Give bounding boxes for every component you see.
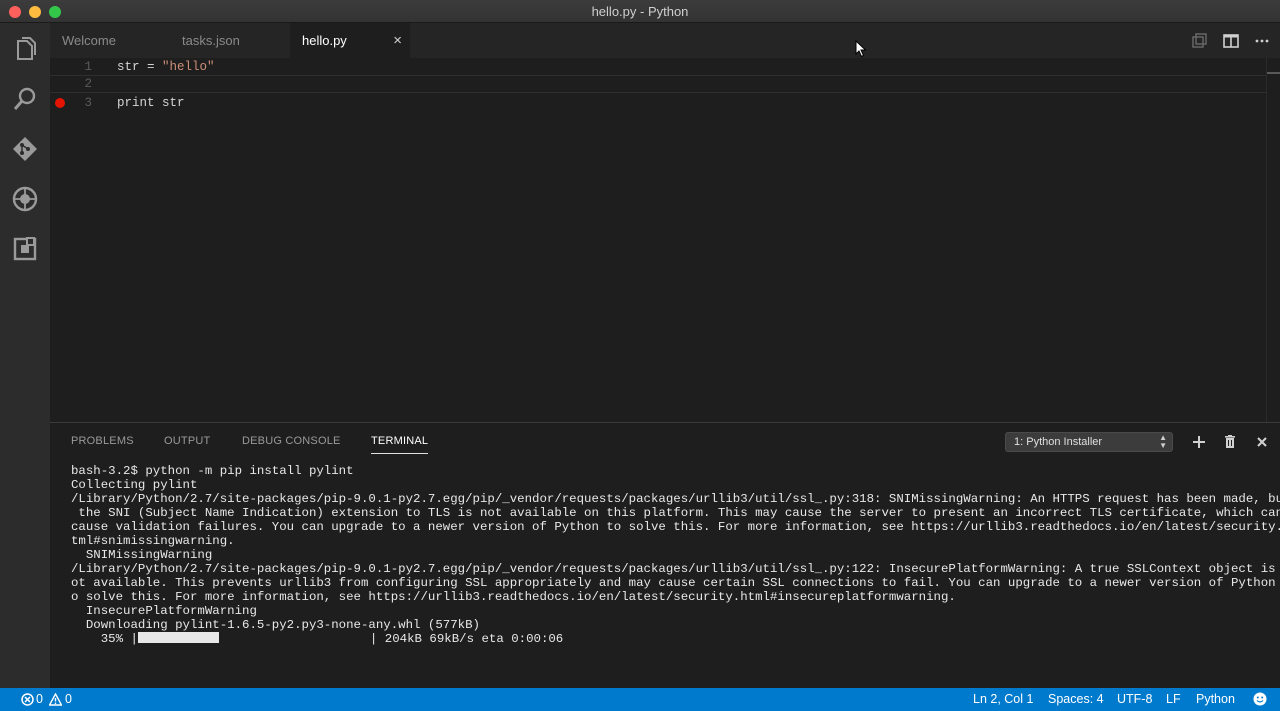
code-token: str = — [117, 60, 163, 74]
line-ending[interactable]: LF — [1166, 692, 1181, 706]
search-icon[interactable] — [11, 85, 39, 113]
split-editor-icon[interactable] — [1222, 32, 1240, 50]
feedback-smiley-icon[interactable] — [1253, 692, 1267, 706]
explorer-icon[interactable] — [11, 35, 39, 63]
tab-problems[interactable]: PROBLEMS — [71, 435, 134, 447]
terminal-line: Downloading pylint-1.6.5-py2.py3-none-an… — [71, 618, 480, 632]
cursor-position[interactable]: Ln 2, Col 1 — [973, 692, 1033, 706]
select-arrows-icon: ▲ ▼ — [1159, 433, 1167, 450]
tab-tasks-json[interactable]: tasks.json — [170, 23, 289, 58]
status-bar: 0 0 Ln 2, Col 1 Spaces: 4 UTF-8 LF Pytho… — [0, 688, 1280, 711]
string-token: "hello" — [162, 60, 215, 74]
terminal-line: bash-3.2$ python -m pip install pylint — [71, 464, 354, 478]
terminal-output[interactable]: bash-3.2$ python -m pip install pylint Co… — [71, 464, 1280, 646]
code-editor[interactable]: 1 str = "hello" 2 3 print str — [50, 58, 1266, 422]
code-line-current: 2 — [50, 75, 1266, 93]
terminal-line: SNIMissingWarning — [71, 548, 213, 562]
progress-percent: 35% | — [71, 632, 138, 646]
error-icon[interactable] — [21, 693, 34, 706]
progress-stats: | 204kB 69kB/s eta 0:00:06 — [369, 632, 564, 646]
language-mode[interactable]: Python — [1196, 692, 1235, 706]
line-number: 2 — [84, 77, 92, 91]
new-terminal-icon[interactable] — [1191, 434, 1207, 450]
editor-tab-bar: Welcome tasks.json hello.py × — [50, 23, 1280, 58]
tab-output[interactable]: OUTPUT — [164, 435, 210, 447]
indentation[interactable]: Spaces: 4 — [1048, 692, 1104, 706]
close-panel-icon[interactable] — [1254, 434, 1270, 450]
tab-label: Welcome — [62, 33, 116, 48]
terminal-line: o solve this. For more information, see … — [71, 590, 956, 604]
git-icon[interactable] — [11, 135, 39, 163]
warning-count[interactable]: 0 — [65, 692, 72, 706]
code-line: 1 str = "hello" — [50, 58, 1266, 76]
terminal-line: Collecting pylint — [71, 478, 198, 492]
tab-terminal[interactable]: TERMINAL — [371, 435, 429, 454]
terminal-select-value: 1: Python Installer — [1014, 436, 1103, 448]
terminal-line: the SNI (Subject Name Indication) extens… — [71, 506, 1280, 520]
tab-label: hello.py — [302, 33, 347, 48]
terminal-line: ot available. This prevents urllib3 from… — [71, 576, 1280, 590]
title-bar: hello.py - Python — [0, 0, 1280, 23]
encoding[interactable]: UTF-8 — [1117, 692, 1152, 706]
progress-bar-fill — [137, 632, 219, 643]
debug-icon[interactable] — [11, 185, 39, 213]
more-actions-icon[interactable] — [1253, 32, 1271, 50]
extensions-icon[interactable] — [11, 235, 39, 263]
error-count[interactable]: 0 — [36, 692, 43, 706]
window-title: hello.py - Python — [591, 4, 689, 19]
tab-debug-console[interactable]: DEBUG CONSOLE — [242, 435, 341, 447]
line-number: 3 — [84, 96, 92, 110]
tab-label: tasks.json — [182, 33, 240, 48]
line-number: 1 — [84, 60, 92, 74]
editor-scrollbar[interactable] — [1266, 58, 1280, 422]
terminal-line: InsecurePlatformWarning — [71, 604, 257, 618]
open-changes-icon[interactable] — [1190, 32, 1208, 50]
terminal-line: tml#snimissingwarning. — [71, 534, 235, 548]
terminal-line: /Library/Python/2.7/site-packages/pip-9.… — [71, 562, 1280, 576]
download-progress-line: 35% | | 204kB 69kB/s eta 0:00:06 — [71, 632, 1280, 646]
terminal-select[interactable]: 1: Python Installer ▲ ▼ — [1005, 432, 1173, 452]
code-line: 3 print str — [50, 94, 1266, 112]
trash-icon[interactable] — [1222, 434, 1238, 450]
terminal-line: cause validation failures. You can upgra… — [71, 520, 1280, 534]
tab-welcome[interactable]: Welcome — [50, 23, 169, 58]
warning-icon[interactable] — [48, 692, 63, 706]
scrollbar-cursor-marker — [1267, 72, 1280, 74]
code-text: str = "hello" — [117, 58, 215, 76]
terminal-line: /Library/Python/2.7/site-packages/pip-9.… — [71, 492, 1280, 506]
activity-bar — [0, 23, 50, 688]
tab-hello-py[interactable]: hello.py × — [290, 23, 410, 58]
mouse-pointer-icon — [855, 40, 867, 58]
code-text: print str — [117, 96, 185, 110]
close-icon[interactable]: × — [393, 23, 402, 58]
breakpoint-icon[interactable] — [55, 98, 65, 108]
